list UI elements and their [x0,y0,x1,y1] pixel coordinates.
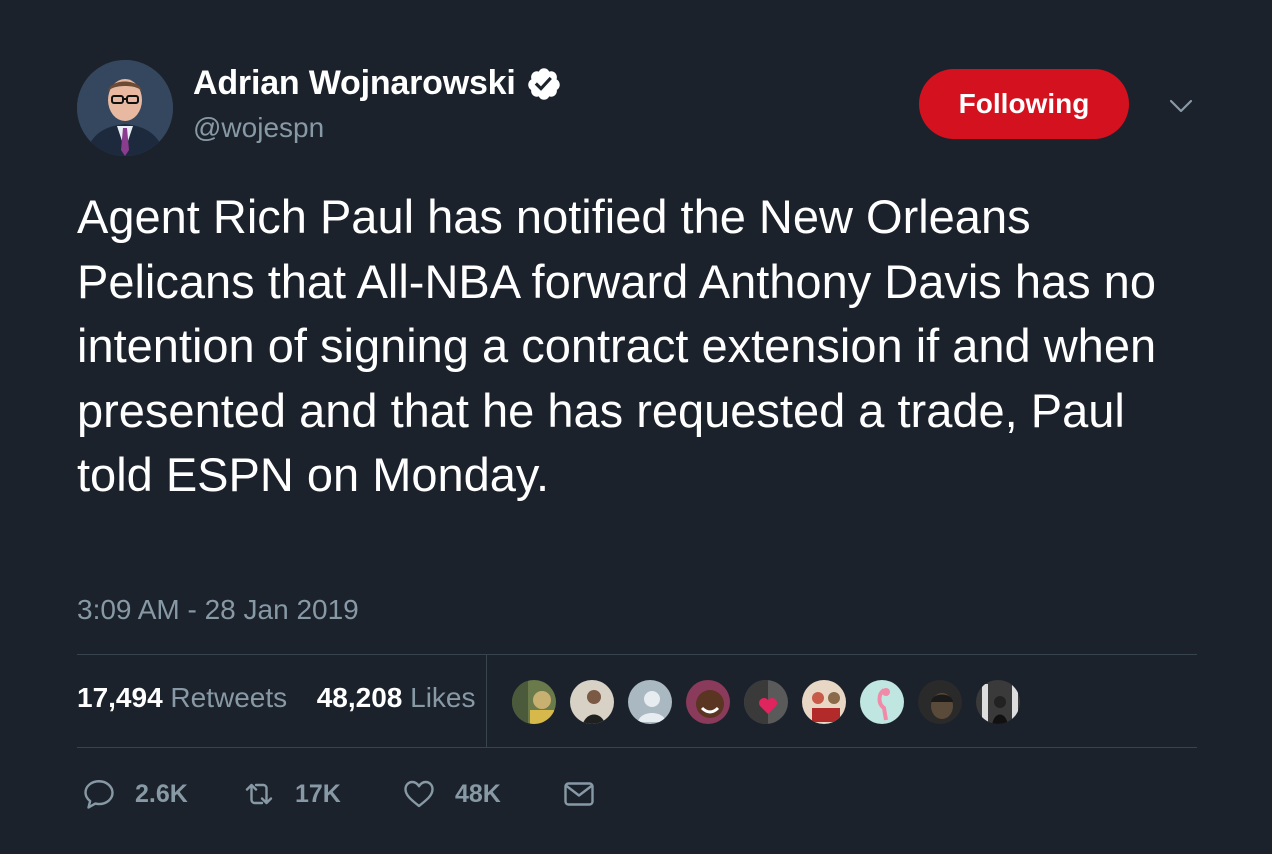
liker-avatar-default-icon[interactable] [626,678,674,726]
verified-badge-icon [526,66,562,102]
reply-button[interactable]: 2.6K [81,772,188,816]
likes-stat[interactable]: 48,208 Likes [317,682,476,713]
liker-avatar-1-icon[interactable] [510,678,558,726]
liker-avatar-5-icon[interactable] [742,678,790,726]
likes-label: Likes [410,682,476,713]
likes-count: 48,208 [316,682,403,713]
liker-avatar-4-icon[interactable] [684,678,732,726]
reply-count: 2.6K [135,779,188,808]
profile-photo-icon [77,60,173,156]
retweets-label: Retweets [170,682,288,713]
direct-message-button[interactable] [561,772,597,816]
more-options-chevron-down-icon[interactable] [1165,90,1197,122]
retweet-button[interactable]: 17K [241,772,341,816]
liker-avatar-6-icon[interactable] [800,678,848,726]
retweets-stat[interactable]: 17,494 Retweets [77,682,295,713]
liker-avatar-9-icon[interactable] [974,678,1022,726]
like-count: 48K [455,779,501,808]
envelope-icon [564,782,594,806]
divider-bottom [77,747,1197,748]
tweet-text: Agent Rich Paul has notified the New Orl… [77,190,1157,501]
author-name-row[interactable]: Adrian Wojnarowski [193,64,562,103]
author-avatar[interactable] [77,60,173,156]
retweets-count: 17,494 [77,682,163,713]
author-handle[interactable]: @wojespn [193,112,324,144]
like-button[interactable]: 48K [401,772,501,816]
author-name[interactable]: Adrian Wojnarowski [193,64,516,103]
divider-top [77,654,1197,655]
reply-icon [84,780,114,809]
liker-avatar-2-icon[interactable] [568,678,616,726]
stats-separator [486,655,487,748]
retweet-count: 17K [295,779,341,808]
heart-icon [404,780,434,808]
liker-avatar-7-icon[interactable] [858,678,906,726]
tweet-actions: 2.6K 17K 48K [77,772,777,816]
tweet-stats: 17,494 Retweets 48,208 Likes [77,682,476,714]
liker-avatar-8-icon[interactable] [916,678,964,726]
tweet-timestamp[interactable]: 3:09 AM - 28 Jan 2019 [77,594,359,626]
retweet-icon [245,783,273,805]
following-button[interactable]: Following [919,69,1129,139]
